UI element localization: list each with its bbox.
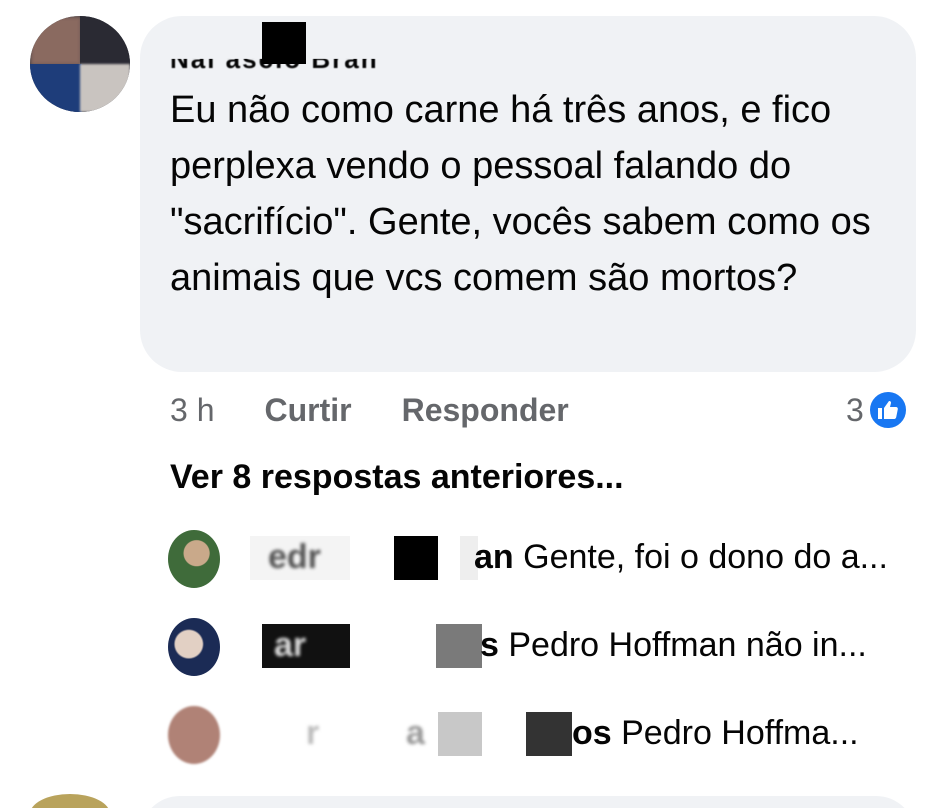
reply-text: s Pedro Hoffman não in... <box>480 626 867 664</box>
view-previous-replies[interactable]: Ver 8 respostas anteriores... <box>170 458 624 497</box>
reply-item: r a os Pedro Hoffma... <box>168 706 928 768</box>
reply-button[interactable]: Responder <box>402 392 569 429</box>
comment-thread: Nai ascio Bran Eu não como carne há três… <box>0 0 945 808</box>
thumbs-up-icon <box>867 390 908 430</box>
reply-author-fragment[interactable]: an <box>474 538 514 576</box>
reply-avatar[interactable] <box>168 530 220 588</box>
reply-author-fragment: r <box>306 714 320 752</box>
next-comment-avatar[interactable] <box>30 794 110 808</box>
comment-timestamp[interactable]: 3 h <box>170 392 214 429</box>
redaction-block <box>436 624 482 668</box>
reply-author-fragment: a <box>406 714 425 752</box>
next-comment-bubble <box>140 796 916 808</box>
reply-author-fragment[interactable]: s <box>480 626 499 664</box>
reply-avatar[interactable] <box>168 618 220 676</box>
reply-text: an Gente, foi o dono do a... <box>474 538 888 576</box>
redaction-block <box>262 22 306 64</box>
comment-text: Eu não como carne há três anos, e fico p… <box>170 89 871 299</box>
reply-author-fragment: edr <box>268 538 321 576</box>
reply-author-fragment[interactable]: os <box>572 714 612 752</box>
reply-avatar[interactable] <box>168 706 220 764</box>
reply-author-fragment: ar <box>274 626 307 664</box>
reply-item: edr an Gente, foi o dono do a... <box>168 530 928 592</box>
comment-author-avatar[interactable] <box>30 16 130 112</box>
redaction-block <box>394 536 438 580</box>
reaction-summary[interactable]: 3 <box>846 388 908 432</box>
redaction-block <box>438 712 482 756</box>
reply-item: ar s Pedro Hoffman não in... <box>168 618 928 680</box>
reply-text: os Pedro Hoffma... <box>572 714 859 752</box>
comment-actions: 3 h Curtir Responder <box>170 388 569 432</box>
redaction-block <box>526 712 572 756</box>
reaction-count: 3 <box>846 391 864 428</box>
like-button[interactable]: Curtir <box>264 392 351 429</box>
